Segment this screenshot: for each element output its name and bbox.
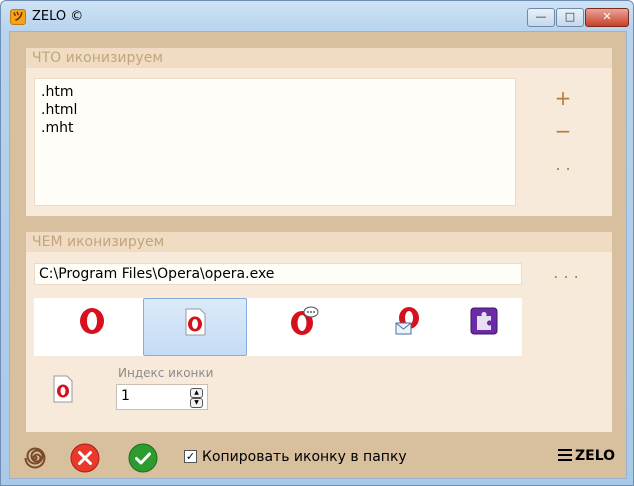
puzzle-extension-icon [470, 307, 498, 335]
copy-icon-label[interactable]: Копировать иконку в папку [202, 449, 407, 465]
icon-cell-0[interactable] [40, 298, 144, 356]
extensions-list[interactable]: .htm .html .mht [34, 78, 516, 206]
with-group: ЧЕМ иконизируем C:\Program Files\Opera\o… [26, 232, 612, 432]
icon-cell-4[interactable] [432, 298, 536, 356]
what-group-header: ЧТО иконизируем [26, 48, 612, 68]
icon-cell-1[interactable] [143, 298, 247, 356]
app-window: ツ ZELO © — □ ✕ ЧТО иконизируем .htm .htm… [0, 0, 634, 486]
selected-icon-preview [53, 375, 73, 403]
browse-extensions-button[interactable]: . . [549, 152, 577, 178]
smiley-app-icon[interactable]: ツ [10, 9, 26, 25]
zelo-menu-button[interactable]: ZELO [558, 448, 615, 464]
minimize-button[interactable]: — [527, 8, 555, 27]
icon-index-label: Индекс иконки [118, 366, 214, 380]
icon-picker [34, 298, 522, 356]
list-item[interactable]: .mht [41, 119, 509, 137]
opera-document-icon [185, 308, 206, 336]
index-spin-down-button[interactable]: ▼ [190, 398, 203, 408]
brand-label: ZELO [575, 448, 616, 464]
hamburger-icon [558, 449, 572, 461]
opera-chat-icon [291, 306, 319, 335]
bottom-toolbar: ✓ Копировать иконку в папку ZELO [10, 436, 626, 478]
remove-extension-button[interactable]: − [549, 118, 577, 144]
window-title: ZELO © [32, 9, 84, 24]
index-spin-up-button[interactable]: ▲ [190, 388, 203, 398]
opera-mail-icon [395, 307, 419, 335]
browse-path-button[interactable]: . . . [548, 260, 584, 286]
list-item[interactable]: .html [41, 101, 509, 119]
with-group-header: ЧЕМ иконизируем [26, 232, 612, 252]
spiral-icon[interactable] [20, 443, 50, 473]
copy-icon-checkbox[interactable]: ✓ [184, 450, 197, 463]
cancel-button[interactable] [70, 443, 100, 473]
icon-source-path-input[interactable]: C:\Program Files\Opera\opera.exe [34, 263, 522, 285]
add-extension-button[interactable]: + [549, 85, 577, 111]
ok-button[interactable] [128, 443, 158, 473]
with-group-title: ЧЕМ иконизируем [32, 234, 165, 250]
what-group-title: ЧТО иконизируем [32, 50, 163, 66]
icon-cell-2[interactable] [252, 298, 356, 356]
close-button[interactable]: ✕ [585, 8, 629, 27]
list-item[interactable]: .htm [41, 83, 509, 101]
maximize-button[interactable]: □ [556, 8, 584, 27]
title-bar[interactable]: ツ ZELO © — □ ✕ [1, 1, 633, 31]
opera-logo-icon [80, 308, 104, 334]
what-group: ЧТО иконизируем .htm .html .mht + − . . [26, 48, 612, 216]
client-area: ЧТО иконизируем .htm .html .mht + − . . … [9, 31, 627, 479]
